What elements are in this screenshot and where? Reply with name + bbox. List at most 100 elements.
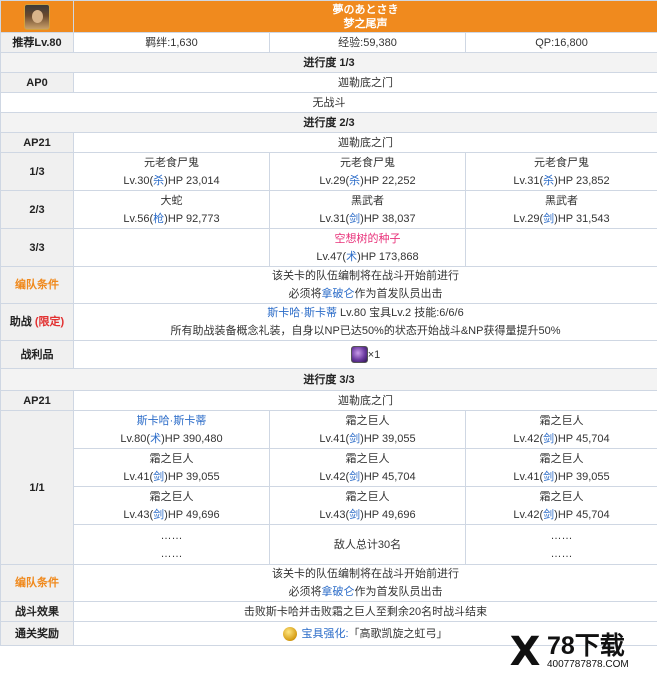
formation-text: 作为首发队员出击 — [354, 288, 443, 300]
support-note: 所有助战装备概念礼装，自身以NP已达50%的状态开始战斗&NP获得量提升50% — [170, 325, 561, 337]
enemy-hp: )HP 38,037 — [360, 212, 416, 225]
support-info: 斯卡哈·斯卡蒂 Lv.80 宝具Lv.2 技能:6/6/6 所有助战装备概念礼装… — [72, 303, 657, 341]
enemy-level: Lv.29( — [513, 212, 544, 225]
enemy-hp: )HP 31,543 — [554, 212, 610, 225]
reward-link[interactable]: 宝具强化: — [301, 628, 348, 640]
enemy-cell-more: …… …… — [73, 524, 270, 565]
formation-condition: 该关卡的队伍编制将在战斗开始前进行 必须将拿破仑作为首发队员出击 — [72, 564, 657, 602]
enemy-level: Lv.42( — [319, 470, 350, 483]
enemy-class-link[interactable]: 剑 — [349, 213, 360, 225]
enemy-hp: )HP 45,704 — [554, 432, 610, 445]
support-servant-link[interactable]: 斯卡哈·斯卡蒂 — [267, 307, 337, 319]
enemy-name: 黑武者 — [351, 194, 384, 207]
enemy-level: Lv.41( — [123, 470, 154, 483]
enemy-class-link[interactable]: 剑 — [349, 471, 360, 483]
enemy-level: Lv.43( — [123, 508, 154, 521]
enemy-hp: )HP 173,868 — [357, 250, 419, 263]
loot-count: ×1 — [367, 348, 381, 361]
enemy-hp: )HP 390,480 — [161, 432, 223, 445]
bond-value: 羁绊:1,630 — [73, 32, 270, 53]
servant-link-napoleon[interactable]: 拿破仑 — [322, 288, 355, 300]
enemy-class-link[interactable]: 剑 — [543, 509, 554, 521]
enemy-hp: )HP 23,014 — [164, 174, 220, 187]
enemy-cell: 空想树的种子 Lv.47(术)HP 173,868 — [269, 228, 466, 267]
formation-line: 该关卡的队伍编制将在战斗开始前进行 — [272, 568, 460, 580]
quest-title: 夢のあとさき 梦之尾声 — [72, 0, 657, 33]
enemy-hp: )HP 39,055 — [164, 470, 220, 483]
enemy-class-link[interactable]: 杀 — [153, 175, 164, 187]
enemy-name: 霜之巨人 — [539, 414, 584, 427]
enemy-name-link[interactable]: 斯卡哈·斯卡蒂 — [76, 412, 267, 430]
enemy-cell-more: …… …… — [464, 524, 657, 565]
enemy-hp: )HP 39,055 — [360, 432, 416, 445]
enemy-hp: )HP 39,055 — [554, 470, 610, 483]
recommended-level: 推荐Lv.80 — [0, 32, 74, 53]
enemy-level: Lv.30( — [123, 174, 154, 187]
enemy-class-link[interactable]: 剑 — [153, 509, 164, 521]
enemy-total: 敌人总计30名 — [269, 524, 466, 565]
formation-label: 编队条件 — [0, 266, 74, 304]
enemy-level: Lv.56( — [123, 212, 154, 225]
enemy-hp: )HP 45,704 — [360, 470, 416, 483]
enemy-cell: 元老食尸鬼 Lv.31(杀)HP 23,852 — [464, 152, 657, 191]
enemy-level: Lv.47( — [316, 250, 347, 263]
enemy-class-link[interactable]: 术 — [346, 251, 357, 263]
enemy-level: Lv.31( — [513, 174, 544, 187]
enemy-name: 黑武者 — [545, 194, 579, 207]
servant-avatar-icon — [24, 3, 50, 30]
support-label-cell: 助战 (限定) — [0, 303, 74, 341]
enemy-cell: 斯卡哈·斯卡蒂 Lv.80(术)HP 390,480 — [73, 410, 270, 449]
enemy-class-link[interactable]: 剑 — [543, 433, 554, 445]
enemy-class-link[interactable]: 枪 — [153, 213, 164, 225]
enemy-class-link[interactable]: 剑 — [349, 509, 360, 521]
enemy-name: 霜之巨人 — [345, 490, 390, 503]
enemy-cell: 元老食尸鬼 Lv.30(杀)HP 23,014 — [73, 152, 270, 191]
enemy-level: Lv.41( — [513, 470, 544, 483]
purple-gem-icon[interactable] — [350, 346, 368, 364]
enemy-class-link[interactable]: 剑 — [153, 471, 164, 483]
watermark-x-logo: X — [509, 629, 541, 675]
enemy-level: Lv.31( — [319, 212, 350, 225]
enemy-class-link[interactable]: 剑 — [543, 471, 554, 483]
progress-2-title: 进行度 2/3 — [0, 112, 657, 133]
qp-value: QP:16,800 — [464, 32, 657, 53]
enemy-name: 霜之巨人 — [149, 452, 194, 465]
enemy-class-link[interactable]: 术 — [150, 433, 161, 445]
watermark-title: 78下载 — [547, 632, 625, 660]
enemy-level: Lv.41( — [319, 432, 350, 445]
enemy-class-link[interactable]: 杀 — [543, 175, 554, 187]
site-watermark: X 78下载 4007787878.COM — [505, 627, 653, 677]
empty-cell — [73, 228, 270, 267]
location: 迦勒底之门 — [72, 72, 657, 93]
quest-table: 夢のあとさき 梦之尾声 推荐Lv.80 羁绊:1,630 经验:59,380 Q… — [0, 0, 657, 646]
ap-label: AP0 — [0, 72, 74, 93]
enemy-class-link[interactable]: 杀 — [349, 175, 360, 187]
enemy-hp: )HP 49,696 — [164, 508, 220, 521]
enemy-cell: 黑武者 Lv.31(剑)HP 38,037 — [269, 190, 466, 229]
wave-label: 3/3 — [0, 228, 74, 267]
empty-cell — [464, 228, 657, 267]
enemy-hp: )HP 22,252 — [360, 174, 416, 187]
enemy-hp: )HP 49,696 — [360, 508, 416, 521]
enemy-cell: 霜之巨人 Lv.42(剑)HP 45,704 — [464, 486, 657, 525]
ellipsis: …… — [550, 529, 573, 542]
formation-text: 作为首发队员出击 — [354, 586, 443, 598]
loot-label: 战利品 — [0, 340, 74, 369]
enemy-hp: )HP 45,704 — [554, 508, 610, 521]
formation-text: 必须将 — [288, 288, 322, 300]
formation-condition: 该关卡的队伍编制将在战斗开始前进行 必须将拿破仑作为首发队员出击 — [72, 266, 657, 304]
support-label: 助战 — [9, 316, 32, 328]
enemy-name: 霜之巨人 — [539, 490, 584, 503]
enemy-cell: 霜之巨人 Lv.42(剑)HP 45,704 — [464, 410, 657, 449]
servant-link-napoleon[interactable]: 拿破仑 — [322, 586, 355, 598]
enemy-class-link[interactable]: 剑 — [349, 433, 360, 445]
enemy-class-link[interactable]: 剑 — [543, 213, 554, 225]
enemy-hp: )HP 92,773 — [164, 212, 220, 225]
gold-grail-icon — [283, 626, 298, 641]
exp-value: 经验:59,380 — [269, 32, 466, 53]
wave-label: 2/3 — [0, 190, 74, 229]
enemy-cell: 黑武者 Lv.29(剑)HP 31,543 — [464, 190, 657, 229]
progress-3-title: 进行度 3/3 — [0, 368, 657, 391]
enemy-name-link[interactable]: 空想树的种子 — [272, 230, 463, 248]
enemy-hp: )HP 23,852 — [554, 174, 610, 187]
